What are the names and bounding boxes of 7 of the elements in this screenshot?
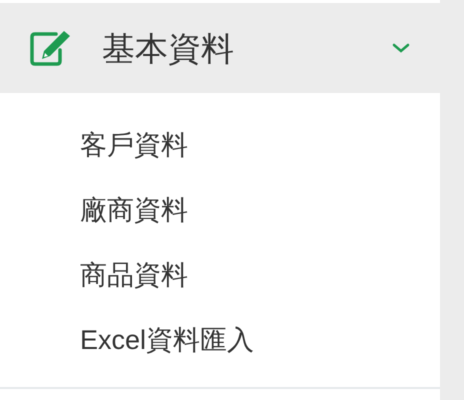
section-title: 基本資料 xyxy=(102,32,235,64)
chevron-down-icon xyxy=(392,42,410,54)
menu-item[interactable]: 廠商資料 xyxy=(80,197,188,224)
menu-item[interactable]: Excel資料匯入 xyxy=(80,327,254,354)
menu-item[interactable]: 商品資料 xyxy=(80,262,188,289)
menu-header[interactable]: 基本資料 xyxy=(0,3,440,93)
menu-item[interactable]: 客戶資料 xyxy=(80,132,188,159)
